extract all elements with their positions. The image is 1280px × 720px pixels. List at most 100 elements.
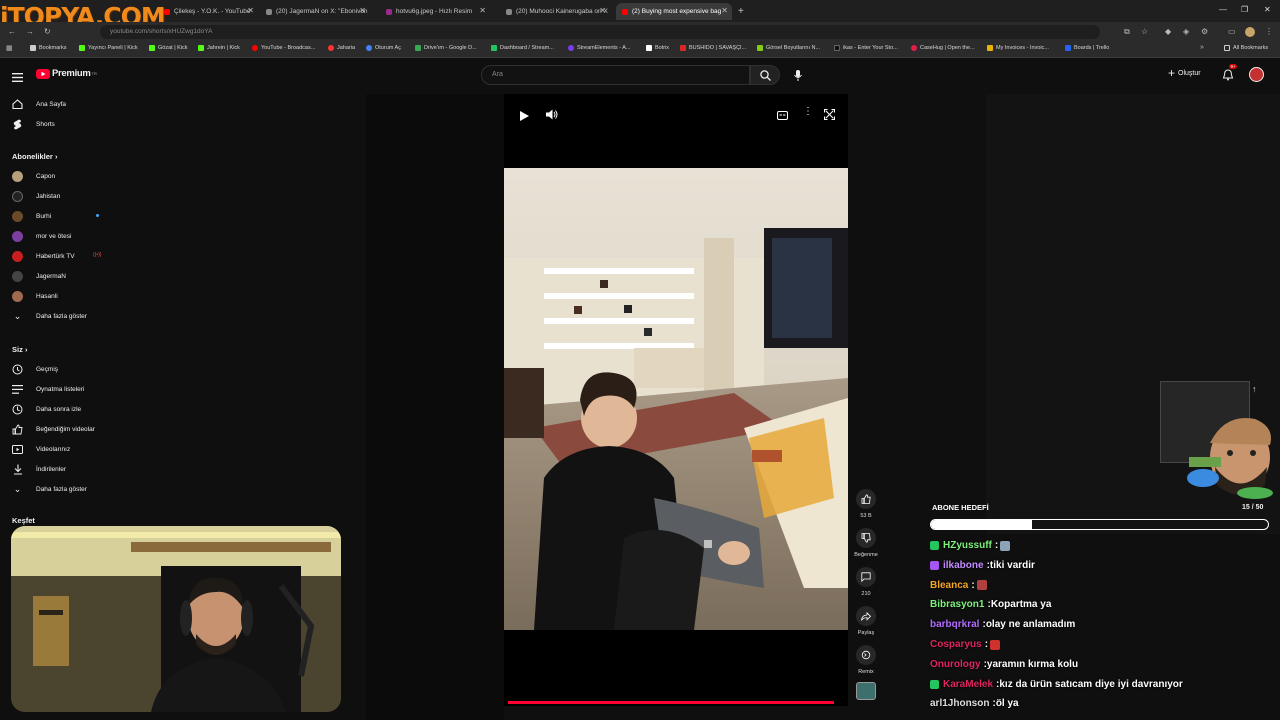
voice-search-button[interactable] [788, 65, 808, 85]
shorts-video-player[interactable]: ⋮ [504, 94, 848, 706]
sidebar-item-label: Hasanli [36, 292, 58, 300]
sidebar-item-subscription[interactable]: mor ve ötesi [0, 227, 120, 245]
more-options-icon[interactable]: ⋮ [803, 106, 813, 117]
share-button[interactable]: Paylaş [853, 606, 879, 636]
sidebar-item-downloads[interactable]: İndirilenler [0, 460, 120, 478]
bookmark[interactable]: ikas - Enter Your Sto... [834, 45, 898, 51]
browser-tab[interactable]: Çilekeş - Y.O.K. - YouTube ✕ [158, 3, 258, 20]
video-progress-bar[interactable] [508, 701, 834, 704]
youtube-logo[interactable]: Premium TR [36, 68, 97, 79]
sidebar-item-your-videos[interactable]: Videolarınız [0, 440, 120, 458]
volume-button[interactable] [546, 107, 558, 125]
sidebar-item-subscription[interactable]: JagermaN [0, 267, 120, 285]
apps-grid-icon[interactable]: ▦ [6, 44, 13, 52]
sidebar-item-label: Shorts [36, 120, 55, 128]
captions-button[interactable] [777, 107, 788, 125]
bookmark[interactable]: CaseHug | Open the... [911, 45, 975, 51]
bookmark[interactable]: Görsel Boyutlarını N... [757, 45, 820, 51]
profile-avatar[interactable] [1245, 27, 1255, 37]
bookmark[interactable]: Bookmarks [30, 45, 67, 51]
bookmark[interactable]: Drive'ım - Google D... [415, 45, 477, 51]
shorts-icon [12, 119, 23, 130]
remix-button[interactable]: Remix [853, 645, 879, 675]
sidebar-item-subscription[interactable]: Hasanli [0, 287, 120, 305]
close-icon[interactable]: ✕ [247, 6, 254, 15]
sound-thumbnail[interactable] [856, 682, 876, 700]
sidebar-item-label: mor ve ötesi [36, 232, 72, 240]
bookmark-star-icon[interactable]: ☆ [1141, 27, 1148, 36]
casehug-icon [911, 45, 917, 51]
remix-label: Remix [858, 669, 874, 675]
browser-tab[interactable]: (20) JagermaN on X: "Ebonivon ✕ [260, 3, 370, 20]
sidebar-item-shorts[interactable]: Shorts [0, 115, 120, 133]
sidebar-item-label: Videolarınız [36, 445, 71, 453]
close-window-icon[interactable]: ✕ [1264, 5, 1271, 14]
sidebar-item-home[interactable]: Ana Sayfa [0, 95, 120, 113]
browser-tab[interactable]: hotvu6g.jpeg - Hızlı Resim ✕ [380, 3, 490, 20]
more-bookmarks-icon[interactable]: » [1200, 44, 1204, 51]
sidebar-item-watch-later[interactable]: Daha sonra izle [0, 400, 120, 418]
sidebar-icon[interactable]: ▭ [1228, 27, 1236, 36]
account-avatar[interactable] [1249, 67, 1264, 82]
install-icon[interactable]: ⧉ [1124, 27, 1130, 37]
fullscreen-button[interactable] [823, 107, 836, 125]
show-more-you[interactable]: ⌄ Daha fazla göster [0, 480, 120, 498]
show-more-subscriptions[interactable]: ⌄ Daha fazla göster [0, 307, 120, 325]
all-bookmarks[interactable]: All Bookmarks [1224, 45, 1268, 51]
bookmark[interactable]: Oturum Aç [366, 45, 401, 51]
volume-icon [546, 109, 558, 120]
folder-icon [1224, 45, 1230, 51]
sidebar-item-subscription[interactable]: Habertürk TV ((•)) [0, 247, 120, 265]
sidebar-item-subscription[interactable]: Capon [0, 167, 120, 185]
like-button[interactable]: 53 B [853, 489, 879, 519]
bookmark[interactable]: Botrix [646, 45, 669, 51]
section-title: Keşfet [12, 516, 35, 525]
bookmark[interactable]: BUSHIDO | SAVAŞÇI... [680, 45, 746, 51]
bookmark[interactable]: Yayıncı Paneli | Kick [79, 45, 138, 51]
sidebar-item-subscription[interactable]: Jahistan [0, 187, 120, 205]
bookmark[interactable]: Boards | Trello [1065, 45, 1109, 51]
reload-icon[interactable]: ↻ [44, 27, 51, 36]
sidebar-item-subscription[interactable]: Burhi [0, 207, 120, 225]
share-label: Paylaş [857, 630, 875, 636]
dislike-button[interactable]: Beğenme [853, 528, 879, 558]
sidebar-item-liked-videos[interactable]: Beğendiğim videolar [0, 420, 120, 438]
close-icon[interactable]: ✕ [479, 6, 486, 15]
bookmark[interactable]: StreamElements - A... [568, 45, 631, 51]
url-field[interactable]: youtube.com/shorts/xHUZwg1doYA [100, 25, 1100, 39]
bookmark[interactable]: Jahrein | Kick [198, 45, 240, 51]
bookmark[interactable]: Gözat | Kick [149, 45, 188, 51]
search-button[interactable] [750, 65, 780, 85]
create-button[interactable]: + Oluştur [1168, 67, 1201, 79]
hamburger-menu-icon[interactable] [12, 69, 23, 82]
comments-button[interactable]: 210 [853, 567, 879, 597]
extension-icon[interactable]: ◈ [1183, 27, 1189, 36]
close-icon[interactable]: ✕ [359, 6, 366, 15]
notifications-button[interactable]: 9+ [1222, 64, 1238, 82]
play-button[interactable] [520, 108, 529, 126]
bookmark[interactable]: Dashboard / Stream... [491, 45, 554, 51]
close-icon[interactable]: ✕ [721, 6, 728, 15]
bookmark[interactable]: YouTube - Broadcas... [252, 45, 315, 51]
arrow-up-icon: ↑ [1252, 384, 1257, 394]
extension-icon[interactable]: ◆ [1165, 27, 1171, 36]
browser-tab-active[interactable]: (2) Buying most expensive bag ✕ [616, 3, 732, 20]
search-input[interactable]: Ara [481, 65, 750, 85]
back-icon[interactable]: ← [8, 27, 16, 36]
restore-icon[interactable]: ❐ [1241, 5, 1248, 14]
section-title: Siz [12, 345, 23, 354]
sidebar-item-history[interactable]: Geçmiş [0, 360, 120, 378]
sidebar-item-playlists[interactable]: Oynatma listeleri [0, 380, 120, 398]
close-icon[interactable]: ✕ [599, 6, 606, 15]
extensions-puzzle-icon[interactable]: ⚙ [1201, 27, 1208, 36]
bookmark[interactable]: Jaharia [328, 45, 355, 51]
minimize-icon[interactable]: — [1219, 5, 1227, 14]
sub-goal-title: ABONE HEDEFİ [932, 503, 989, 512]
new-tab-button[interactable]: + [736, 3, 750, 20]
you-heading[interactable]: Siz › [12, 345, 27, 354]
menu-dots-icon[interactable]: ⋮ [1265, 27, 1273, 36]
forward-icon[interactable]: → [26, 27, 34, 36]
bookmark[interactable]: My Invoices - Invoic... [987, 45, 1049, 51]
subscriptions-heading[interactable]: Abonelikler › [12, 152, 57, 161]
browser-tab[interactable]: (20) Muhooci Kainerugaba on X ✕ [500, 3, 610, 20]
